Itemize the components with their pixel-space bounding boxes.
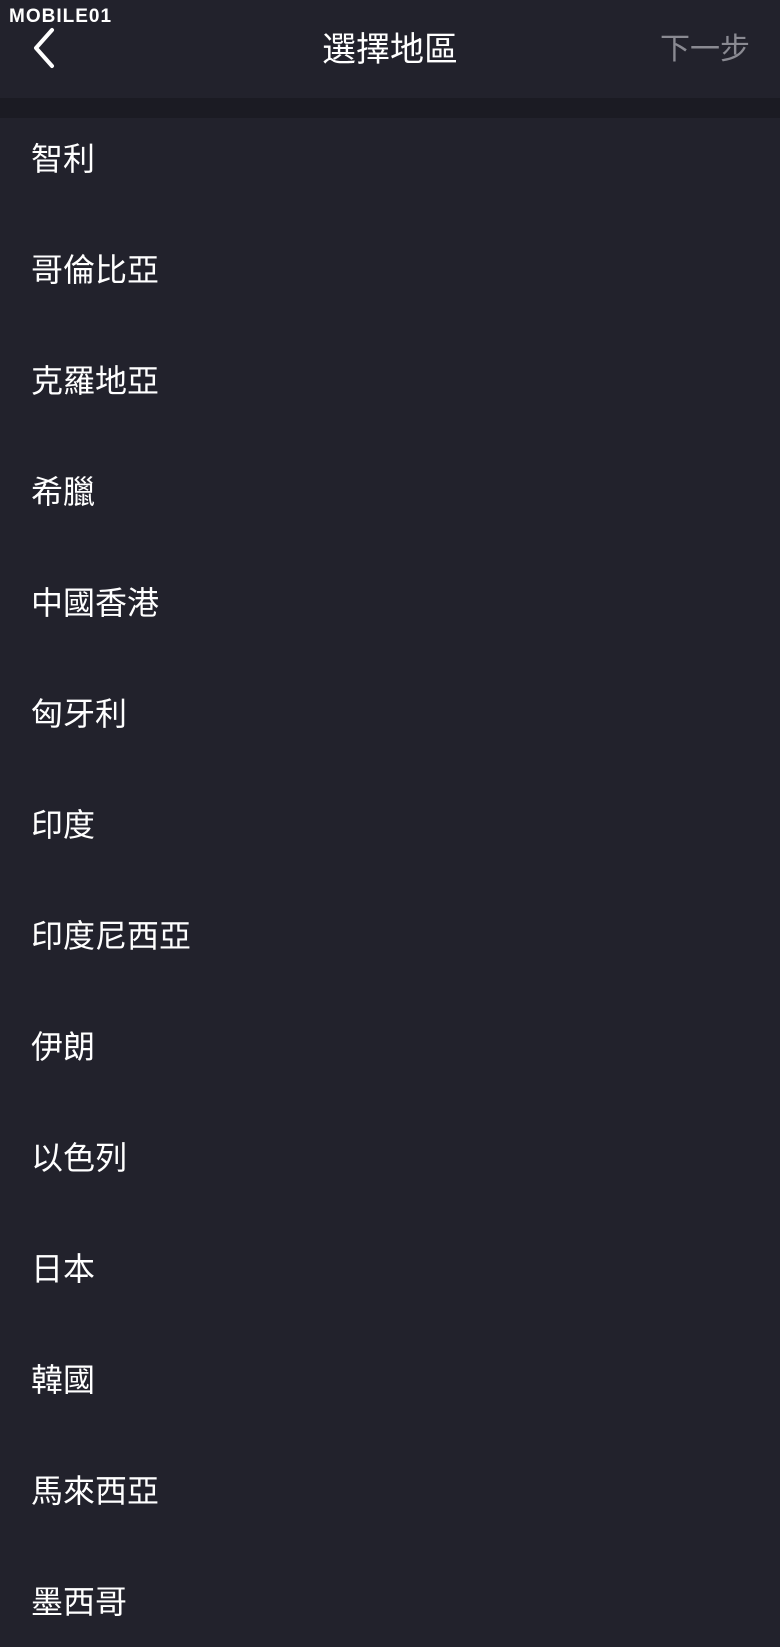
region-label: 馬來西亞 [31,1472,160,1510]
region-select-screen: 選擇地區 下一步 MOBILE01 智利 哥倫比亞 克羅地亞 希臘 中國香港 匈… [0,0,780,1647]
list-item[interactable]: 墨西哥 [0,1561,780,1647]
region-label: 印度尼西亞 [31,917,192,955]
region-label: 智利 [31,140,96,178]
list-item[interactable]: 匈牙利 [0,673,780,784]
list-item[interactable]: 以色列 [0,1117,780,1228]
region-label: 墨西哥 [31,1583,128,1621]
list-item[interactable]: 中國香港 [0,562,780,673]
list-item[interactable]: 印度 [0,784,780,895]
header-divider [0,98,780,118]
navigation-bar: 選擇地區 下一步 [0,0,780,98]
region-label: 中國香港 [31,584,160,622]
list-item[interactable]: 伊朗 [0,1006,780,1117]
region-label: 日本 [31,1250,96,1288]
list-item[interactable]: 印度尼西亞 [0,895,780,1006]
region-label: 以色列 [31,1139,128,1177]
region-label: 韓國 [31,1361,96,1399]
region-label: 哥倫比亞 [31,251,160,289]
list-item[interactable]: 克羅地亞 [0,340,780,451]
region-label: 伊朗 [31,1028,96,1066]
region-list: 智利 哥倫比亞 克羅地亞 希臘 中國香港 匈牙利 印度 印度尼西亞 伊朗 以色列… [0,118,780,1647]
region-label: 克羅地亞 [31,362,160,400]
next-step-button[interactable]: 下一步 [660,30,750,70]
region-label: 印度 [31,806,96,844]
list-item[interactable]: 馬來西亞 [0,1450,780,1561]
region-label: 希臘 [31,473,96,511]
watermark-logo: MOBILE01 [9,6,113,27]
region-label: 匈牙利 [31,695,128,733]
list-item[interactable]: 智利 [0,118,780,229]
list-item[interactable]: 日本 [0,1228,780,1339]
list-item[interactable]: 希臘 [0,451,780,562]
list-item[interactable]: 韓國 [0,1339,780,1450]
list-item[interactable]: 哥倫比亞 [0,229,780,340]
